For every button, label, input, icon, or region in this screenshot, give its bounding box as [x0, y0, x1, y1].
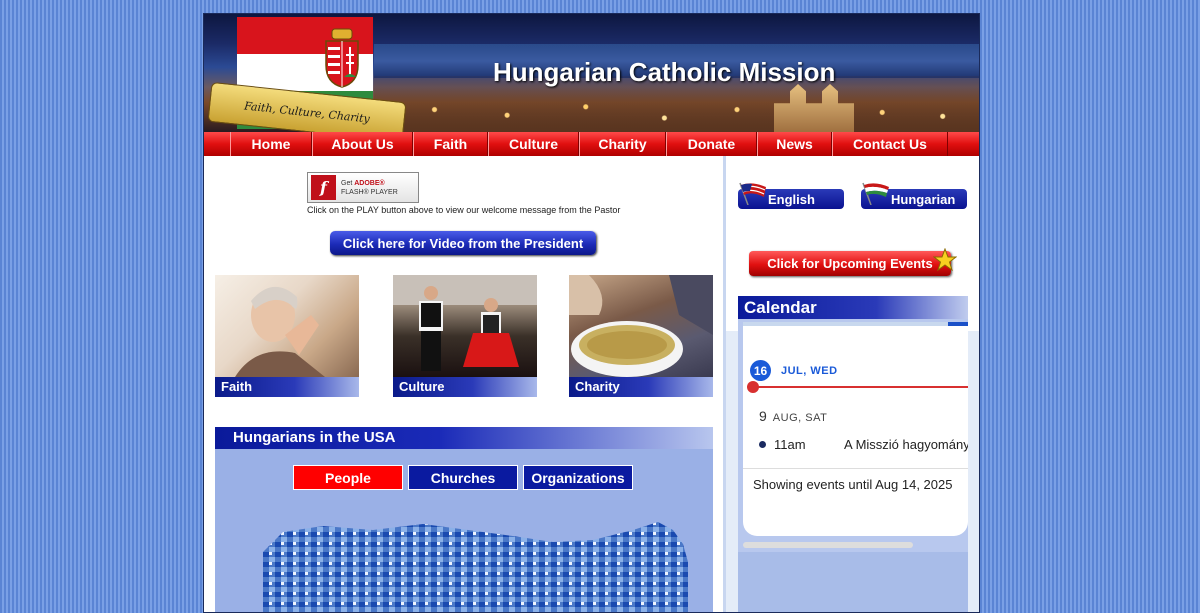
- nav-news[interactable]: News: [757, 132, 832, 156]
- faith-praying-woman-image: [215, 275, 359, 377]
- flash-brand-label: ADOBE®: [354, 179, 385, 187]
- flash-badge-text: Get ADOBE® FLASH® PLAYER: [341, 179, 398, 197]
- nav-home[interactable]: Home: [230, 132, 312, 156]
- nav-about-us[interactable]: About Us: [312, 132, 413, 156]
- usa-county-map[interactable]: [263, 522, 688, 613]
- english-button[interactable]: English: [738, 182, 844, 209]
- today-day-label: JUL, WED: [781, 364, 838, 377]
- flash-player-label: FLASH® PLAYER: [341, 188, 398, 196]
- site-title: Hungarian Catholic Mission: [493, 57, 836, 87]
- event-title: A Misszió hagyomány: [844, 437, 968, 452]
- coat-of-arms-icon: [325, 28, 359, 88]
- flash-get-label: Get: [341, 179, 353, 187]
- tab-churches[interactable]: Churches: [408, 465, 518, 490]
- header-banner: Faith, Culture, Charity Hungarian Cathol…: [204, 14, 979, 132]
- us-flag-icon: [739, 182, 766, 205]
- nav-contact-us[interactable]: Contact Us: [832, 132, 948, 156]
- event-time: 11am: [774, 437, 806, 452]
- hungarian-button[interactable]: Hungarian: [861, 182, 967, 209]
- tab-people[interactable]: People: [293, 465, 403, 490]
- nav-charity[interactable]: Charity: [579, 132, 666, 156]
- tab-organizations[interactable]: Organizations: [523, 465, 633, 490]
- current-time-dot: [747, 381, 759, 393]
- hungarian-flag-icon: [862, 182, 889, 205]
- culture-dancers-image: [393, 275, 537, 377]
- usa-panel-header: Hungarians in the USA: [215, 427, 713, 449]
- charity-soup-bowl-image: [569, 275, 713, 377]
- calendar-showing-until: Showing events until Aug 14, 2025: [753, 477, 953, 492]
- star-icon: [933, 248, 957, 272]
- culture-tile[interactable]: Culture: [393, 275, 537, 397]
- main-navigation: Home About Us Faith Culture Charity Dona…: [204, 132, 979, 156]
- calendar-panel-footer: [738, 552, 968, 612]
- main-content: f Get ADOBE® FLASH® PLAYER Click on the …: [204, 156, 723, 613]
- nav-donate[interactable]: Donate: [666, 132, 757, 156]
- today-day-number: 16: [750, 360, 771, 381]
- upcoming-events-button[interactable]: Click for Upcoming Events: [749, 251, 951, 276]
- motto-text: Faith, Culture, Charity: [243, 98, 371, 126]
- calendar-widget[interactable]: 16 JUL, WED 9 AUG, SAT 11am A Misszió ha…: [743, 322, 968, 536]
- faith-tile[interactable]: Faith: [215, 275, 359, 397]
- pastor-message-note: Click on the PLAY button above to view o…: [307, 205, 621, 215]
- culture-caption: Culture: [393, 377, 537, 397]
- hungarian-label: Hungarian: [891, 191, 956, 207]
- charity-caption: Charity: [569, 377, 713, 397]
- calendar-scrollbar[interactable]: [743, 542, 913, 548]
- president-video-button[interactable]: Click here for Video from the President: [330, 231, 596, 255]
- current-time-line: [753, 386, 968, 388]
- nav-faith[interactable]: Faith: [413, 132, 488, 156]
- event-day-number: 9: [759, 408, 767, 424]
- english-label: English: [768, 191, 815, 207]
- flash-logo-icon: f: [311, 175, 336, 200]
- calendar-event[interactable]: 11am A Misszió hagyomány: [759, 437, 968, 452]
- nav-culture[interactable]: Culture: [488, 132, 579, 156]
- faith-caption: Faith: [215, 377, 359, 397]
- calendar-event-date: 9 AUG, SAT: [759, 408, 827, 424]
- event-day-label: AUG, SAT: [772, 412, 828, 424]
- get-flash-player-button[interactable]: f Get ADOBE® FLASH® PLAYER: [307, 172, 419, 203]
- calendar-header: Calendar: [738, 296, 968, 319]
- calendar-top-bar: [743, 322, 968, 326]
- page-container: Faith, Culture, Charity Hungarian Cathol…: [203, 13, 980, 613]
- right-sidebar: English Hungarian Click for Upcoming Eve…: [723, 156, 979, 612]
- calendar-divider: [743, 468, 968, 469]
- calendar-panel: Calendar 16 JUL, WED 9 AUG, SAT 11am A M…: [738, 296, 968, 612]
- hungarians-usa-panel: Hungarians in the USA People Churches Or…: [215, 427, 713, 613]
- event-dot-icon: [759, 441, 766, 448]
- charity-tile[interactable]: Charity: [569, 275, 713, 397]
- calendar-today-date: 16 JUL, WED: [750, 360, 838, 381]
